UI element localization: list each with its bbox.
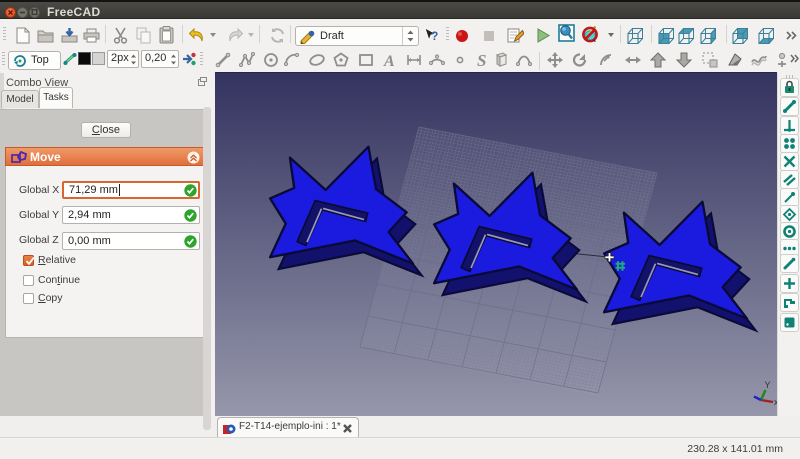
svg-text:S: S (477, 52, 486, 68)
svg-text:A: A (383, 53, 395, 68)
svg-text:?: ? (431, 29, 438, 43)
svg-text:Y: Y (765, 380, 771, 390)
